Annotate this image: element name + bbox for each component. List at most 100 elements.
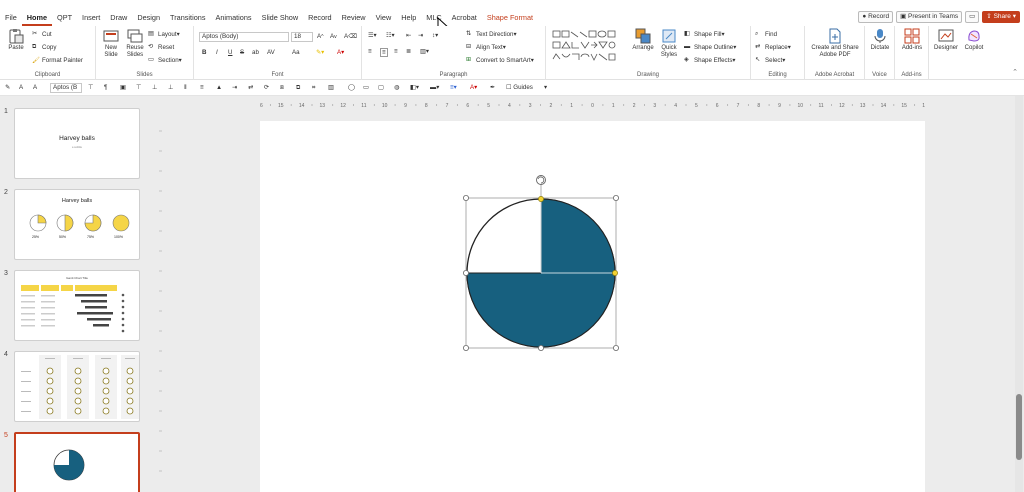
tab-design[interactable]: Design: [132, 9, 165, 26]
line-spacing-icon[interactable]: ↕▾: [432, 32, 438, 39]
new-slide-button[interactable]: New Slide: [100, 28, 122, 59]
align-top-icon[interactable]: ⊤: [136, 84, 141, 91]
quick-styles-button[interactable]: Quick Styles: [657, 28, 681, 59]
align-middle-icon[interactable]: ⊥: [152, 84, 157, 91]
distribute-h-icon[interactable]: ⫴: [184, 84, 187, 92]
group-icon[interactable]: ⧈: [280, 84, 284, 92]
scrollbar-thumb[interactable]: [1016, 394, 1022, 460]
tab-insert[interactable]: Insert: [77, 9, 105, 26]
decrease-font-button[interactable]: Av: [330, 33, 337, 40]
font-size-field[interactable]: 18: [291, 32, 313, 42]
record-button[interactable]: ● Record: [858, 11, 894, 23]
text-shadow-button[interactable]: ab: [252, 49, 259, 56]
paragraph-mark-icon[interactable]: ¶: [104, 84, 107, 91]
distribute-v-icon[interactable]: ≡: [200, 84, 204, 91]
font-shrink-icon[interactable]: A: [33, 84, 37, 91]
share-button[interactable]: ⇪ Share ▾: [982, 11, 1020, 23]
align-bottom-icon[interactable]: ⊥: [168, 84, 173, 91]
highlight-color-icon[interactable]: ✎▾: [316, 49, 324, 56]
arrange-button[interactable]: Arrange: [630, 28, 656, 52]
shapes-gallery[interactable]: [552, 30, 626, 64]
convert-smartart-button[interactable]: ⊞ Convert to SmartArt ▾: [466, 56, 534, 64]
shape-style-icon[interactable]: ◍: [394, 84, 399, 91]
present-in-teams-button[interactable]: ▣ Present in Teams: [896, 11, 963, 23]
select-button[interactable]: ↖ Select ▾: [755, 56, 785, 64]
change-case-button[interactable]: Aa: [292, 49, 300, 56]
reset-button[interactable]: ⟲ Reset: [148, 43, 174, 51]
designer-button[interactable]: Designer: [932, 28, 960, 52]
insert-textbox-icon[interactable]: ⊤: [88, 84, 93, 91]
create-share-pdf-button[interactable]: Create and Share Adobe PDF: [808, 28, 862, 59]
bullets-icon[interactable]: ☰▾: [368, 32, 377, 39]
underline-button[interactable]: U: [228, 49, 232, 56]
paste-button[interactable]: Paste: [6, 28, 26, 52]
outline-color-icon[interactable]: ▬▾: [430, 84, 439, 91]
italic-button[interactable]: I: [216, 49, 218, 56]
text-direction-button[interactable]: ⇅ Text Direction ▾: [466, 30, 517, 38]
replace-button[interactable]: ⇄ Replace ▾: [755, 43, 791, 51]
guides-checkbox[interactable]: ☐ Guides: [506, 84, 533, 91]
eyedropper-icon[interactable]: ✒: [490, 84, 495, 91]
shape-effects-button[interactable]: ◈ Shape Effects ▾: [684, 56, 736, 64]
slide-thumbnail-5[interactable]: [14, 432, 140, 492]
triangle-icon[interactable]: ▲: [216, 84, 222, 91]
font-grow-icon[interactable]: A: [19, 84, 23, 91]
numbering-icon[interactable]: ☷▾: [386, 32, 395, 39]
section-button[interactable]: ▭ Section ▾: [148, 56, 182, 64]
strikethrough-button[interactable]: S: [240, 49, 244, 56]
align-center-icon[interactable]: ≡: [380, 48, 388, 57]
copy-button[interactable]: ⧉ Copy: [32, 43, 56, 51]
decrease-indent-icon[interactable]: ⇤: [406, 32, 411, 39]
reuse-slides-button[interactable]: Reuse Slides: [124, 28, 146, 59]
flip-icon[interactable]: ⇄: [248, 84, 253, 91]
copilot-button[interactable]: Copilot: [961, 28, 987, 52]
slide-thumbnail-4[interactable]: [14, 351, 140, 422]
rotate-handle[interactable]: [536, 175, 546, 185]
tab-record[interactable]: Record: [303, 9, 337, 26]
dictate-button[interactable]: Dictate: [867, 28, 893, 52]
customize-toolbar-icon[interactable]: ▾: [544, 84, 547, 91]
ungroup-icon[interactable]: ⧉: [296, 84, 300, 92]
layout-button[interactable]: ▤ Layout ▾: [148, 30, 180, 38]
increase-font-button[interactable]: A ^: [317, 33, 324, 40]
text-color-icon[interactable]: A▾: [470, 84, 477, 91]
bold-button[interactable]: B: [202, 49, 206, 56]
bring-forward-icon[interactable]: ▣: [120, 84, 126, 91]
tab-shape-format[interactable]: Shape Format: [482, 9, 538, 26]
tab-review[interactable]: Review: [337, 9, 371, 26]
vertical-scrollbar[interactable]: [1015, 96, 1023, 492]
align-left-icon[interactable]: ≡: [368, 48, 372, 55]
slide-thumbnail-1[interactable]: Harvey balls a subtitle: [14, 108, 140, 179]
format-painter-button[interactable]: 🖌 Format Painter: [32, 56, 83, 65]
oval-shape-icon[interactable]: ◯: [348, 84, 355, 91]
justify-icon[interactable]: ≣: [406, 48, 411, 55]
arrow-icon[interactable]: ⇥: [232, 84, 237, 91]
selection-pane-icon[interactable]: ▥: [328, 84, 334, 91]
align-text-button[interactable]: ⊟ Align Text ▾: [466, 43, 506, 51]
comments-button[interactable]: ▭: [965, 11, 980, 23]
slide-thumbnail-2[interactable]: Harvey balls 25% 50% 75% 100%: [14, 189, 140, 260]
find-button[interactable]: ⌕ Find: [755, 30, 777, 38]
slide-thumbnail-3[interactable]: Gantt Chart Title: [14, 270, 140, 341]
rounded-rect-icon[interactable]: ▢: [378, 84, 384, 91]
rectangle-shape-icon[interactable]: ▭: [363, 84, 369, 91]
shape-outline-button[interactable]: ▬ Shape Outline ▾: [684, 43, 736, 51]
font-name-field[interactable]: Aptos (Body): [199, 32, 289, 42]
shape-fill-button[interactable]: ◧ Shape Fill ▾: [684, 30, 725, 38]
tab-help[interactable]: Help: [396, 9, 421, 26]
cut-button[interactable]: ✂ Cut: [32, 30, 52, 38]
fill-bucket-icon[interactable]: ◧▾: [410, 84, 419, 91]
addins-button[interactable]: Add-ins: [897, 28, 927, 52]
clear-formatting-icon[interactable]: A⌫: [344, 33, 357, 40]
line-weight-icon[interactable]: ≡▾: [450, 84, 457, 91]
columns-icon[interactable]: ▥▾: [420, 48, 429, 55]
tab-qpt[interactable]: QPT: [52, 9, 77, 26]
harvey-ball-shape[interactable]: [466, 198, 616, 348]
align-right-icon[interactable]: ≡: [394, 48, 398, 55]
crop-icon[interactable]: ⌗: [312, 84, 315, 92]
tab-slide-show[interactable]: Slide Show: [257, 9, 304, 26]
tab-draw[interactable]: Draw: [105, 9, 132, 26]
tab-animations[interactable]: Animations: [210, 9, 256, 26]
font-color-icon[interactable]: A▾: [337, 49, 344, 56]
tab-home[interactable]: Home: [21, 9, 53, 26]
